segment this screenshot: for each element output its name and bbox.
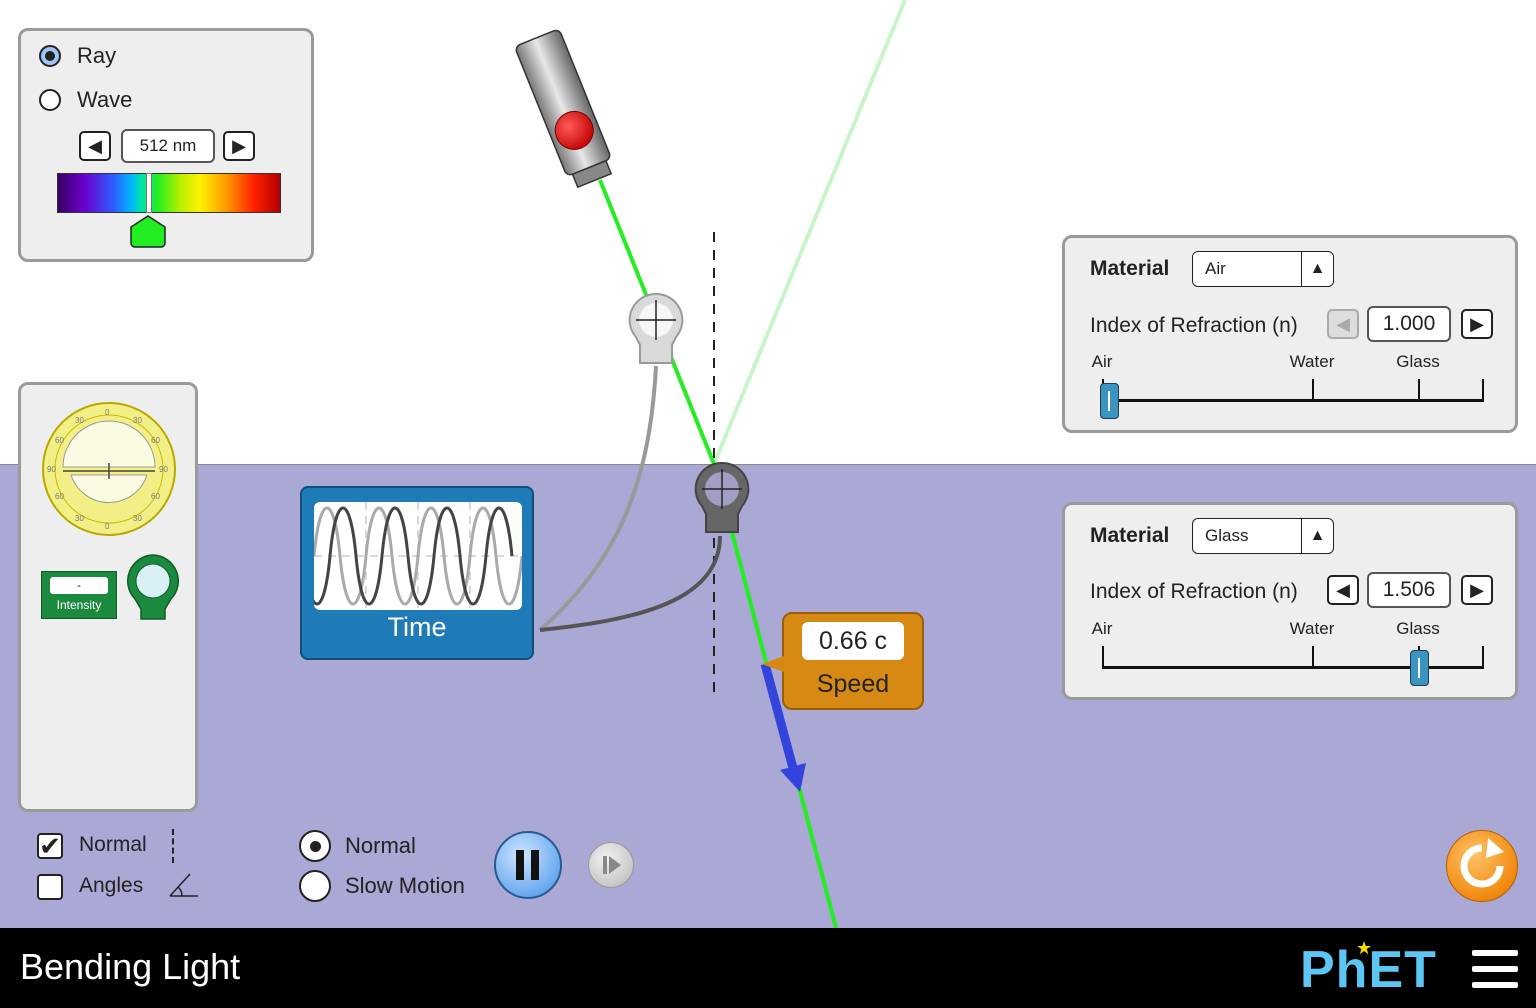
step-forward-button[interactable] <box>588 842 634 888</box>
bottom-ior-slider-thumb[interactable] <box>1409 650 1429 686</box>
wave-radio[interactable]: Wave <box>39 87 132 113</box>
speed-value: 0.66 c <box>802 622 904 660</box>
normal-speed-radio[interactable]: Normal <box>299 830 416 862</box>
ray-radio-label: Ray <box>77 43 117 68</box>
top-tick-water: Water <box>1289 352 1335 371</box>
laser-pointer[interactable] <box>515 29 617 190</box>
pause-button[interactable] <box>494 831 562 899</box>
svg-text:60: 60 <box>151 436 160 445</box>
sim-title: Bending Light <box>20 946 241 987</box>
bottom-tick-glass: Glass <box>1396 619 1440 638</box>
top-medium-panel: Material Air ▲ Index of Refraction (n) ◀… <box>1062 235 1518 433</box>
light-source-panel: Ray Wave ◀ 512 nm ▶ <box>18 28 314 262</box>
normal-speed-label: Normal <box>345 833 416 858</box>
slow-motion-label: Slow Motion <box>345 873 465 898</box>
bottom-ior-decrease-button[interactable]: ◀ <box>1327 575 1359 605</box>
slow-motion-radio-button[interactable] <box>299 870 331 902</box>
time-sensor-chart <box>314 502 522 610</box>
bottom-medium-panel: Material Glass ▲ Index of Refraction (n)… <box>1062 502 1518 700</box>
ray-radio[interactable]: Ray <box>39 43 116 69</box>
top-material-label: Material <box>1090 257 1170 280</box>
wavelength-slider-line <box>146 173 152 213</box>
top-ior-decrease-button[interactable]: ◀ <box>1327 309 1359 339</box>
svg-text:30: 30 <box>75 416 84 425</box>
toolbox-panel: 0 30 30 60 60 90 90 60 60 30 30 0 - Intensity <box>18 382 198 812</box>
bottom-ior-label: Index of Refraction (n) <box>1090 580 1298 603</box>
bottom-ior-increase-button[interactable]: ▶ <box>1461 575 1493 605</box>
time-probe-1[interactable] <box>628 292 684 364</box>
bottom-material-label: Material <box>1090 524 1170 547</box>
intensity-probe-icon[interactable] <box>125 553 181 623</box>
top-material-value: Air <box>1205 259 1226 278</box>
normal-checkbox[interactable]: ✔ <box>37 833 63 859</box>
bottom-material-value: Glass <box>1205 526 1249 545</box>
wavelength-display: 512 nm <box>121 129 215 163</box>
speed-sensor-pointer <box>762 656 784 672</box>
reflected-ray <box>712 0 907 465</box>
svg-text:90: 90 <box>159 465 168 474</box>
protractor-tool[interactable]: 0 30 30 60 60 90 90 60 60 30 30 0 <box>41 401 177 537</box>
bottom-tick-air: Air <box>1091 619 1113 638</box>
normal-speed-radio-button[interactable] <box>299 830 331 862</box>
svg-text:30: 30 <box>75 514 84 523</box>
step-icon <box>603 856 621 874</box>
top-ior-value: 1.000 <box>1367 306 1451 342</box>
phet-logo-star-icon: ★ <box>1356 938 1373 958</box>
bottom-material-combo[interactable]: Glass ▲ <box>1192 518 1334 554</box>
wave-radio-label: Wave <box>77 87 133 112</box>
pause-icon <box>516 850 542 880</box>
reset-all-button[interactable] <box>1446 830 1518 902</box>
normal-checkbox-label: Normal <box>79 833 147 856</box>
time-probe-2[interactable] <box>694 461 750 533</box>
top-ior-slider-track[interactable] <box>1102 379 1484 403</box>
reset-icon <box>1460 838 1504 888</box>
top-material-dropdown-icon[interactable]: ▲ <box>1301 252 1333 286</box>
top-tick-air: Air <box>1091 352 1113 371</box>
wavelength-slider-thumb[interactable] <box>129 215 167 249</box>
svg-text:0: 0 <box>105 522 110 531</box>
top-material-combo[interactable]: Air ▲ <box>1192 251 1334 287</box>
intensity-meter-tool[interactable]: - Intensity <box>41 571 117 619</box>
svg-text:60: 60 <box>55 492 64 501</box>
bottom-tick-water: Water <box>1289 619 1335 638</box>
angles-checkbox[interactable] <box>37 874 63 900</box>
svg-text:30: 30 <box>133 416 142 425</box>
normal-line-icon <box>172 829 174 863</box>
top-ior-slider-thumb[interactable] <box>1100 383 1119 419</box>
wavelength-increase-button[interactable]: ▶ <box>223 131 255 161</box>
svg-text:0: 0 <box>105 408 110 417</box>
intensity-value: - <box>50 577 108 594</box>
ray-radio-button[interactable] <box>39 45 61 67</box>
wavelength-decrease-button[interactable]: ◀ <box>79 131 111 161</box>
time-probe-1-wire <box>538 365 658 632</box>
slow-motion-radio[interactable]: Slow Motion <box>299 870 465 902</box>
top-tick-glass: Glass <box>1396 352 1440 371</box>
time-sensor-label: Time <box>387 612 447 642</box>
angles-checkbox-label: Angles <box>79 874 144 897</box>
bottom-ior-value: 1.506 <box>1367 572 1451 608</box>
time-sensor[interactable]: Time <box>300 486 534 660</box>
navigation-bar: Bending Light PhET ★ <box>0 928 1536 1008</box>
svg-text:60: 60 <box>55 436 64 445</box>
intensity-label: Intensity <box>56 598 102 612</box>
angle-icon <box>168 870 202 900</box>
svg-text:60: 60 <box>151 492 160 501</box>
bottom-material-dropdown-icon[interactable]: ▲ <box>1301 519 1333 553</box>
svg-text:30: 30 <box>133 514 142 523</box>
phet-logo[interactable]: PhET ★ <box>1298 938 1450 1000</box>
wavelength-spectrum <box>57 173 281 213</box>
top-ior-label: Index of Refraction (n) <box>1090 314 1298 337</box>
menu-icon[interactable] <box>1472 950 1518 988</box>
time-probe-2-wire <box>539 535 722 632</box>
wave-radio-button[interactable] <box>39 89 61 111</box>
svg-text:90: 90 <box>47 465 56 474</box>
speed-sensor[interactable]: 0.66 c Speed <box>782 612 924 710</box>
speed-label: Speed <box>816 670 890 698</box>
top-ior-increase-button[interactable]: ▶ <box>1461 309 1493 339</box>
